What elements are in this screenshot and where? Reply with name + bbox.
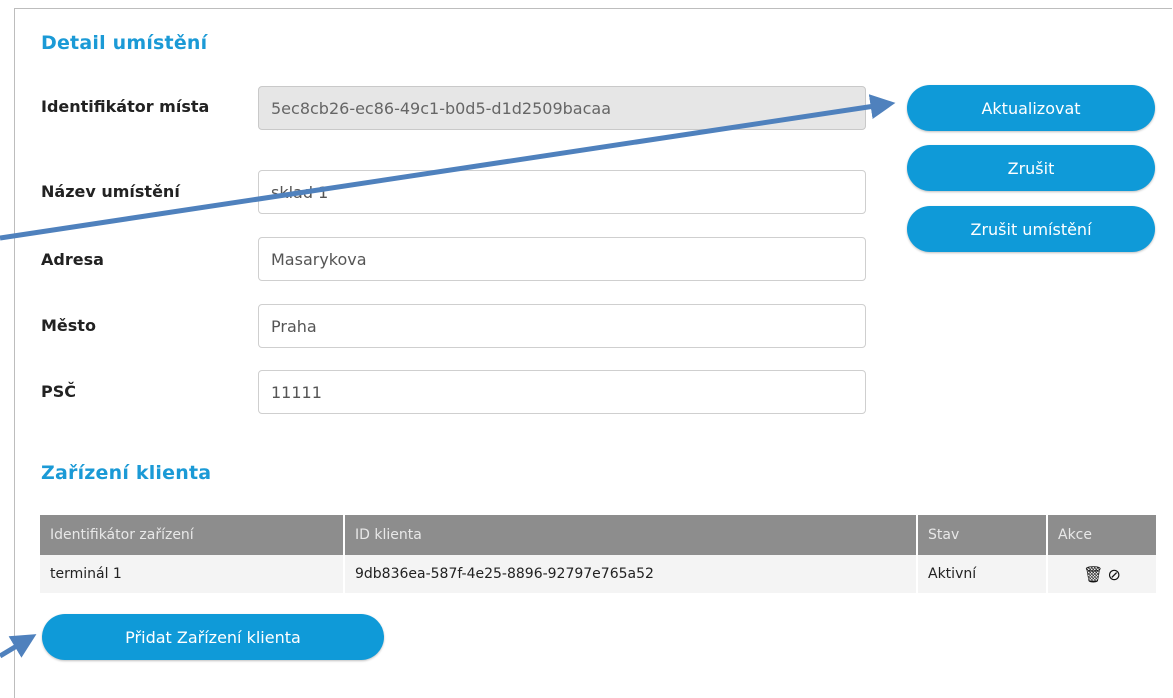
- location-detail-title: Detail umístění: [41, 32, 208, 54]
- add-client-device-button[interactable]: Přidat Zařízení klienta: [42, 614, 384, 660]
- block-icon[interactable]: ⊘: [1107, 565, 1120, 584]
- location-name-label: Název umístění: [41, 182, 180, 201]
- location-name-field[interactable]: [258, 170, 866, 214]
- zip-label: PSČ: [41, 382, 76, 401]
- city-field[interactable]: [258, 304, 866, 348]
- address-field[interactable]: [258, 237, 866, 281]
- address-label: Adresa: [41, 250, 104, 269]
- identifier-field[interactable]: [258, 86, 866, 130]
- table-row: terminál 1 9db836ea-587f-4e25-8896-92797…: [40, 555, 1156, 593]
- client-devices-title: Zařízení klienta: [41, 462, 212, 484]
- client-id-cell: 9db836ea-587f-4e25-8896-92797e765a52: [345, 555, 916, 593]
- cancel-button[interactable]: Zrušit: [907, 145, 1155, 191]
- column-header-status[interactable]: Stav: [918, 515, 1046, 555]
- city-label: Město: [41, 316, 96, 335]
- column-header-client-id[interactable]: ID klienta: [345, 515, 916, 555]
- actions-cell: 🗑︎ ⊘: [1048, 555, 1156, 593]
- column-header-actions: Akce: [1048, 515, 1156, 555]
- table-header-row: Identifikátor zařízení ID klienta Stav A…: [40, 515, 1156, 555]
- identifier-label: Identifikátor místa: [41, 97, 210, 116]
- update-button[interactable]: Aktualizovat: [907, 85, 1155, 131]
- devices-table: Identifikátor zařízení ID klienta Stav A…: [38, 515, 1158, 593]
- device-id-cell: terminál 1: [40, 555, 343, 593]
- status-cell: Aktivní: [918, 555, 1046, 593]
- cancel-location-button[interactable]: Zrušit umístění: [907, 206, 1155, 252]
- zip-field[interactable]: [258, 370, 866, 414]
- trash-icon[interactable]: 🗑︎: [1083, 565, 1103, 584]
- column-header-device-id[interactable]: Identifikátor zařízení: [40, 515, 343, 555]
